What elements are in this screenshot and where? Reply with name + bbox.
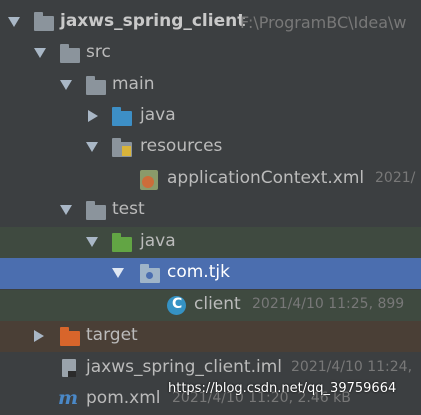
resources-folder-icon bbox=[112, 138, 132, 157]
expand-arrow-icon[interactable] bbox=[34, 48, 46, 58]
watermark: https://blog.csdn.net/qq_39759664 bbox=[168, 381, 397, 396]
tree-label-client: client bbox=[194, 294, 241, 314]
test-source-folder-icon bbox=[112, 233, 132, 252]
spring-xml-file-icon bbox=[140, 170, 158, 190]
collapse-arrow-icon[interactable] bbox=[88, 110, 98, 122]
tree-label-main: main bbox=[112, 74, 155, 94]
tree-row-test[interactable]: test bbox=[0, 195, 421, 226]
project-path: F:\ProgramBC\Idea\w bbox=[240, 13, 407, 32]
project-name: jaxws_spring_client bbox=[60, 11, 246, 31]
expand-arrow-icon[interactable] bbox=[60, 80, 72, 90]
tree-label-java-main: java bbox=[140, 105, 176, 125]
package-icon bbox=[140, 264, 160, 283]
file-meta: 2021/4/10 11:24, bbox=[291, 359, 413, 375]
tree-row-java-test[interactable]: java bbox=[0, 227, 421, 258]
tree-label-java-test: java bbox=[140, 231, 176, 251]
tree-row-iml[interactable]: jaxws_spring_client.iml 2021/4/10 11:24, bbox=[0, 353, 421, 384]
tree-label-iml: jaxws_spring_client.iml bbox=[86, 357, 282, 377]
tree-row-client[interactable]: C client 2021/4/10 11:25, 899 bbox=[0, 290, 421, 321]
project-tree: jaxws_spring_client F:\ProgramBC\Idea\w … bbox=[0, 0, 421, 410]
file-meta: 2021/4/10 11:25, 899 bbox=[252, 296, 405, 312]
tree-label-src: src bbox=[86, 42, 111, 62]
module-folder-icon bbox=[34, 12, 54, 31]
tree-label-pom: pom.xml bbox=[86, 388, 161, 408]
folder-icon bbox=[60, 44, 80, 63]
expand-arrow-icon[interactable] bbox=[8, 17, 20, 27]
tree-row-resources[interactable]: resources bbox=[0, 132, 421, 163]
folder-icon bbox=[86, 76, 106, 95]
maven-icon: m bbox=[58, 387, 79, 409]
tree-row-target[interactable]: target bbox=[0, 321, 421, 352]
tree-row-app-context[interactable]: applicationContext.xml 2021/ bbox=[0, 164, 421, 195]
tree-row-java-main[interactable]: java bbox=[0, 101, 421, 132]
java-class-icon: C bbox=[167, 296, 186, 315]
tree-label-resources: resources bbox=[140, 136, 223, 156]
tree-label-test: test bbox=[112, 199, 145, 219]
expand-arrow-icon[interactable] bbox=[86, 142, 98, 152]
tree-row-src[interactable]: src bbox=[0, 38, 421, 69]
tree-label-target: target bbox=[86, 325, 138, 345]
tree-label-package: com.tjk bbox=[167, 262, 230, 282]
iml-file-icon bbox=[62, 359, 76, 377]
tree-label-app-context: applicationContext.xml bbox=[167, 168, 365, 188]
tree-row-package[interactable]: com.tjk bbox=[0, 258, 421, 289]
folder-icon bbox=[86, 201, 106, 220]
expand-arrow-icon[interactable] bbox=[112, 268, 124, 278]
file-meta: 2021/ bbox=[375, 170, 416, 186]
tree-row-main[interactable]: main bbox=[0, 70, 421, 101]
expand-arrow-icon[interactable] bbox=[86, 237, 98, 247]
source-folder-icon bbox=[112, 107, 132, 126]
tree-row-project[interactable]: jaxws_spring_client F:\ProgramBC\Idea\w bbox=[0, 7, 421, 38]
expand-arrow-icon[interactable] bbox=[60, 205, 72, 215]
excluded-folder-icon bbox=[60, 327, 80, 346]
collapse-arrow-icon[interactable] bbox=[34, 330, 44, 342]
